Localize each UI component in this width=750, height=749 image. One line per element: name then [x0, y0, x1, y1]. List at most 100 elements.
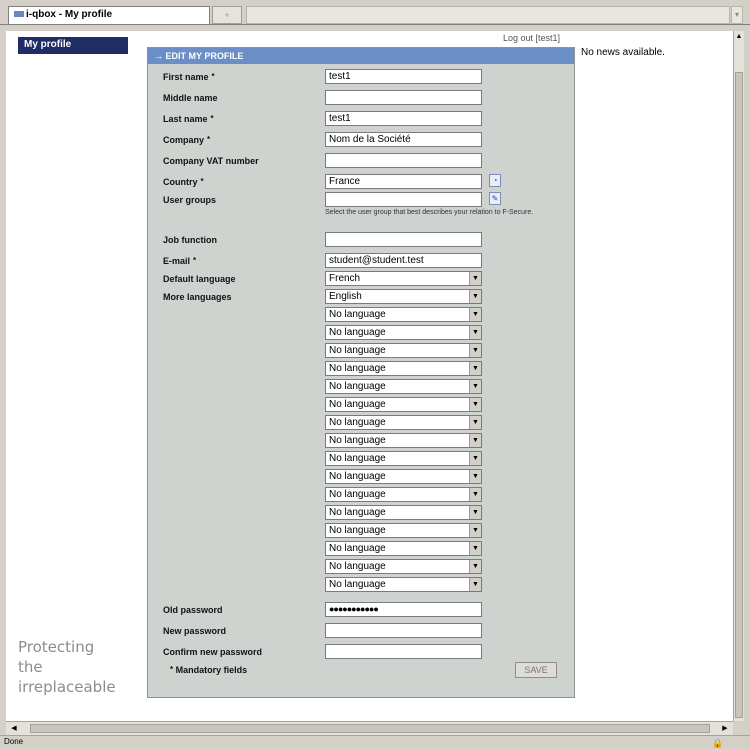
job-function-row: Job function [148, 232, 574, 250]
old-password-row: Old password ●●●●●●●●●●● [148, 602, 574, 620]
required-asterisk: * [200, 177, 204, 186]
company-vat-input[interactable] [325, 153, 482, 168]
more-language-row: No language ▼ [148, 541, 574, 559]
tab-list-button[interactable]: ▾ [731, 6, 743, 24]
more-language-select[interactable]: No language ▼ [325, 559, 482, 574]
more-language-select[interactable]: No language ▼ [325, 415, 482, 430]
company-input[interactable]: Nom de la Société [325, 132, 482, 147]
arrow-right-icon: → [154, 51, 163, 61]
more-language-select[interactable]: No language ▼ [325, 505, 482, 520]
news-text: No news available. [581, 47, 665, 58]
chevron-down-icon: ▾ [734, 10, 739, 19]
last-name-row: Last name * test1 [148, 111, 574, 129]
dropdown-arrow-icon: ▼ [469, 290, 481, 303]
dropdown-arrow-icon: ▼ [469, 452, 481, 465]
scroll-right-icon[interactable]: ▶ [720, 724, 730, 734]
dropdown-arrow-icon: ▼ [469, 434, 481, 447]
status-text: Done [4, 737, 24, 746]
horizontal-scroll-thumb[interactable] [30, 724, 710, 733]
middle-name-input[interactable] [325, 90, 482, 105]
more-language-row: No language ▼ [148, 433, 574, 451]
company-label: Company * [163, 135, 211, 145]
status-bar: Done 🔒 [0, 735, 750, 749]
country-input[interactable]: France [325, 174, 482, 189]
dropdown-arrow-icon: ▼ [469, 344, 481, 357]
dropdown-arrow-icon: ▼ [469, 524, 481, 537]
tagline: Protecting the irreplaceable [18, 637, 116, 697]
user-groups-helper: Select the user group that best describe… [325, 209, 534, 216]
more-language-select[interactable]: No language ▼ [325, 361, 482, 376]
dropdown-arrow-icon: ▼ [469, 380, 481, 393]
first-name-row: First name * test1 [148, 69, 574, 87]
save-button[interactable]: SAVE [515, 662, 557, 678]
confirm-password-input[interactable] [325, 644, 482, 659]
dropdown-arrow-icon: ▼ [469, 308, 481, 321]
last-name-input[interactable]: test1 [325, 111, 482, 126]
company-row: Company * Nom de la Société [148, 132, 574, 150]
job-function-label: Job function [163, 235, 217, 245]
tagline-line: the [18, 658, 43, 676]
dropdown-arrow-icon: ▼ [469, 272, 481, 285]
last-name-label: Last name * [163, 114, 214, 124]
dropdown-arrow-icon: ▼ [469, 488, 481, 501]
mandatory-note: * Mandatory fields [170, 665, 248, 675]
user-groups-row: User groups ✎ Select the user group that… [148, 192, 574, 216]
company-vat-row: Company VAT number [148, 153, 574, 171]
plus-icon: + [224, 10, 230, 20]
more-language-row: No language ▼ [148, 451, 574, 469]
country-row: Country * France ◔ [148, 174, 574, 192]
more-language-select[interactable]: No language ▼ [325, 379, 482, 394]
more-language-select[interactable]: No language ▼ [325, 397, 482, 412]
logout-link[interactable]: Log out [test1] [503, 33, 560, 43]
new-tab-button[interactable]: + [212, 6, 242, 24]
email-input[interactable]: student@student.test [325, 253, 482, 268]
user-groups-input[interactable] [325, 192, 482, 207]
scroll-up-icon[interactable]: ▲ [735, 32, 743, 42]
required-asterisk: * [211, 72, 215, 81]
more-language-row: No language ▼ [148, 307, 574, 325]
more-language-row: No language ▼ [148, 397, 574, 415]
tagline-line: irreplaceable [18, 678, 116, 696]
scroll-left-icon[interactable]: ◀ [9, 724, 19, 734]
favicon-icon [14, 11, 24, 18]
more-language-row: No language ▼ [148, 505, 574, 523]
more-language-select[interactable]: No language ▼ [325, 541, 482, 556]
more-language-select[interactable]: No language ▼ [325, 577, 482, 592]
old-password-input[interactable]: ●●●●●●●●●●● [325, 602, 482, 617]
more-language-select[interactable]: No language ▼ [325, 469, 482, 484]
first-name-input[interactable]: test1 [325, 69, 482, 84]
more-language-select[interactable]: No language ▼ [325, 433, 482, 448]
more-language-select[interactable]: No language ▼ [325, 325, 482, 340]
dropdown-arrow-icon: ▼ [469, 578, 481, 591]
tab-title: i-qbox - My profile [26, 9, 113, 20]
more-language-select[interactable]: No language ▼ [325, 451, 482, 466]
more-language-select[interactable]: No language ▼ [325, 523, 482, 538]
panel-header: → EDIT MY PROFILE [148, 48, 574, 64]
vertical-scrollbar[interactable]: ▲ [733, 31, 744, 721]
more-language-select[interactable]: No language ▼ [325, 487, 482, 502]
more-language-row: No language ▼ [148, 469, 574, 487]
dropdown-arrow-icon: ▼ [469, 560, 481, 573]
more-language-row: No language ▼ [148, 343, 574, 361]
horizontal-scrollbar[interactable]: ◀ ▶ [6, 721, 733, 735]
country-label: Country * [163, 177, 204, 187]
middle-name-row: Middle name [148, 90, 574, 108]
more-language-select[interactable]: No language ▼ [325, 343, 482, 358]
edit-icon[interactable]: ✎ [489, 192, 501, 205]
country-picker-icon[interactable]: ◔ [489, 174, 501, 187]
more-language-select[interactable]: No language ▼ [325, 307, 482, 322]
new-password-input[interactable] [325, 623, 482, 638]
more-language-row: No language ▼ [148, 487, 574, 505]
scroll-thumb[interactable] [735, 72, 743, 718]
dropdown-arrow-icon: ▼ [469, 398, 481, 411]
new-password-label: New password [163, 626, 227, 636]
dropdown-arrow-icon: ▼ [469, 542, 481, 555]
user-groups-label: User groups [163, 195, 217, 205]
sidebar-item-my-profile[interactable]: My profile [18, 37, 128, 54]
lock-icon: 🔒 [712, 738, 724, 748]
browser-tab[interactable]: i-qbox - My profile [8, 6, 210, 24]
more-language-select[interactable]: English ▼ [325, 289, 482, 304]
job-function-input[interactable] [325, 232, 482, 247]
email-row: E-mail * student@student.test [148, 253, 574, 271]
default-language-select[interactable]: French ▼ [325, 271, 482, 286]
